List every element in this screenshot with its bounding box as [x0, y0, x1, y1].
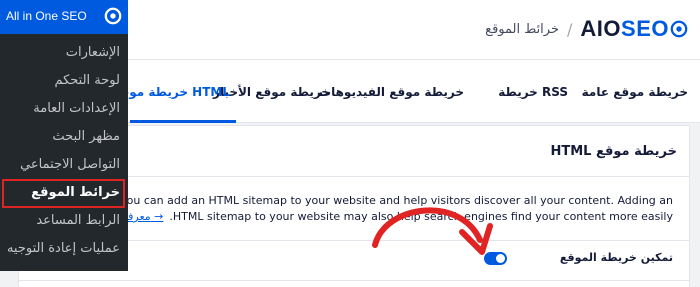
sidebar-item-notifications[interactable]: الإشعارات: [0, 40, 128, 66]
toggle-knob: [496, 254, 505, 263]
enable-sitemap-toggle[interactable]: [484, 252, 507, 265]
tab-video-sitemap[interactable]: خريطة موقع الفيديوهات: [319, 85, 464, 99]
description-line-1: ilt tools below, you can add an HTML sit…: [36, 194, 673, 207]
tab-html-sitemap[interactable]: خريطة موقع HTML: [113, 85, 230, 99]
aioseo-gear-icon: [104, 7, 122, 25]
sitemap-tabs: خريطة موقع عامة خريطة RSS خريطة موقع الف…: [113, 60, 700, 123]
sidebar-item-sitemaps[interactable]: خرائط الموقع: [0, 180, 128, 206]
tab-news-sitemap[interactable]: خريطة موقع الأخبار: [213, 85, 330, 99]
enable-sitemap-label: تمكين خريطة الموقع: [559, 251, 673, 264]
sidebar-header[interactable]: All in One SEO: [0, 0, 128, 34]
description-line-2: معرفة المزيد → .HTML sitemap to your web…: [91, 210, 673, 223]
description-line-2-text: .HTML sitemap to your website may also h…: [169, 210, 673, 223]
active-tab-indicator: [130, 120, 236, 123]
sidebar-item-dashboard[interactable]: لوحة التحكم: [0, 68, 128, 94]
sidebar-item-redirects[interactable]: عمليات إعادة التوجيه: [0, 236, 128, 262]
logo-text-accent: SEO: [621, 16, 669, 41]
aioseo-logo: AIO SEO: [580, 16, 688, 42]
sidebar-title: All in One SEO: [6, 9, 87, 23]
brand: AIO SEO / خرائط الموقع: [485, 16, 688, 42]
divider: [19, 280, 689, 281]
aioseo-sidebar-menu: All in One SEO الإشعارات لوحة التحكم الإ…: [0, 0, 128, 271]
tab-rss-sitemap[interactable]: خريطة RSS: [498, 85, 568, 99]
breadcrumb-separator: /: [567, 19, 573, 39]
logo-text-primary: AIO: [580, 16, 622, 41]
page-title: خرائط الموقع: [485, 21, 560, 37]
sidebar-item-social-networks[interactable]: التواصل الاجتماعي: [0, 152, 128, 178]
sidebar-item-link-assistant[interactable]: الرابط المساعد: [0, 208, 128, 234]
card-title: خريطة موقع HTML: [550, 144, 678, 159]
logo-gear-icon: [670, 20, 688, 38]
tab-general-sitemap[interactable]: خريطة موقع عامة: [582, 85, 688, 99]
sidebar-item-search-appearance[interactable]: مظهر البحث: [0, 124, 128, 150]
sidebar-item-general-settings[interactable]: الإعدادات العامة: [0, 96, 128, 122]
